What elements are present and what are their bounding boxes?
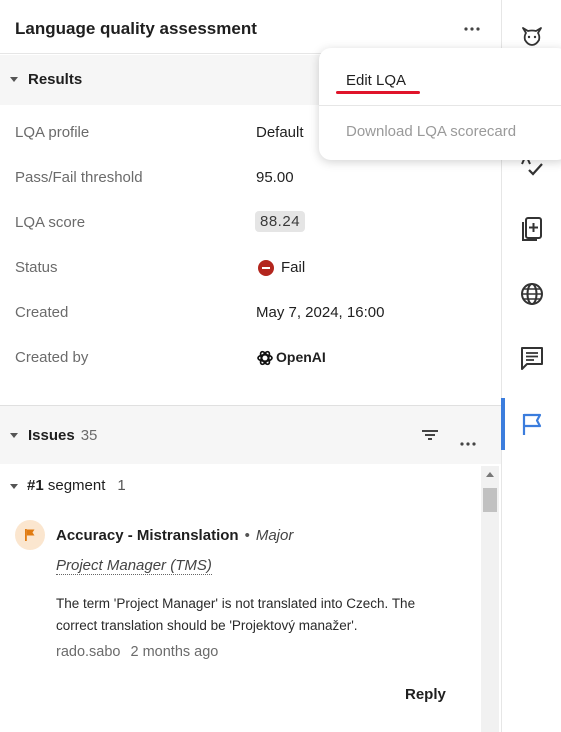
issue-description: The term 'Project Manager' is not transl… bbox=[56, 596, 416, 633]
issues-section-header[interactable]: Issues 35 bbox=[0, 406, 501, 464]
segment-number: #1 bbox=[27, 477, 44, 494]
results-label: Results bbox=[28, 71, 83, 88]
issue-time: 2 months ago bbox=[130, 644, 219, 660]
created-by-label: Created by bbox=[15, 349, 89, 366]
panel-header: Language quality assessment bbox=[0, 4, 501, 54]
threshold-value: 95.00 bbox=[256, 169, 294, 186]
segment-header: #1 segment 1 bbox=[27, 477, 126, 494]
status-value: Fail bbox=[281, 259, 306, 276]
cat-icon-glyph bbox=[522, 27, 542, 46]
issue-avatar bbox=[15, 520, 45, 550]
segment-count: 1 bbox=[117, 477, 126, 494]
caret-down-icon bbox=[10, 433, 18, 438]
created-label: Created bbox=[15, 304, 69, 321]
more-options-menu: Edit LQA Download LQA scorecard bbox=[319, 48, 561, 160]
openai-logo-icon bbox=[257, 350, 273, 366]
menu-divider bbox=[319, 105, 561, 106]
clipboard-add-icon[interactable] bbox=[517, 214, 547, 244]
lqa-score-label: LQA score bbox=[15, 214, 86, 231]
edit-lqa-menu-item[interactable]: Edit LQA bbox=[346, 72, 406, 89]
page-title: Language quality assessment bbox=[15, 19, 257, 38]
lqa-profile-value: Default bbox=[256, 124, 304, 141]
comment-icon-glyph bbox=[521, 347, 543, 370]
fail-status-icon bbox=[258, 260, 274, 276]
reply-button[interactable]: Reply bbox=[405, 686, 446, 703]
flag-icon[interactable] bbox=[517, 409, 547, 439]
created-by-value: OpenAI bbox=[276, 349, 326, 365]
created-value: May 7, 2024, 16:00 bbox=[256, 304, 385, 321]
issue-separator: • bbox=[244, 527, 250, 544]
filter-icon bbox=[422, 430, 438, 440]
globe-icon[interactable] bbox=[517, 279, 547, 309]
ellipsis-icon bbox=[460, 442, 476, 446]
flag-icon bbox=[25, 529, 35, 541]
lqa-score-value: 88.24 bbox=[255, 211, 306, 232]
segment-word: segment bbox=[47, 477, 106, 494]
issue-author: rado.sabo bbox=[56, 644, 121, 660]
issues-title: Issues bbox=[28, 427, 75, 444]
scrollbar-thumb[interactable] bbox=[483, 488, 497, 512]
lqa-profile-label: LQA profile bbox=[15, 124, 90, 141]
clipboard-add-icon-glyph bbox=[522, 217, 542, 241]
caret-down-icon bbox=[10, 77, 18, 82]
issue-term-link[interactable]: Project Manager (TMS) bbox=[56, 557, 212, 575]
caret-down-icon[interactable] bbox=[10, 484, 18, 489]
issue-severity: Major bbox=[255, 527, 294, 544]
issue-category: Accuracy - Mistranslation bbox=[56, 527, 239, 544]
flag-icon-glyph bbox=[522, 413, 542, 435]
ellipsis-icon bbox=[464, 27, 480, 31]
threshold-label: Pass/Fail threshold bbox=[15, 169, 143, 186]
issues-more-button[interactable] bbox=[460, 433, 476, 451]
issue-meta: rado.sabo 2 months ago bbox=[56, 644, 218, 660]
cat-icon[interactable] bbox=[517, 20, 547, 50]
comment-icon[interactable] bbox=[517, 343, 547, 373]
issues-label: Issues 35 bbox=[28, 427, 97, 444]
globe-icon-glyph bbox=[521, 283, 543, 305]
status-label: Status bbox=[15, 259, 58, 276]
issue-title: Accuracy - Mistranslation • Major bbox=[56, 527, 293, 544]
issues-count: 35 bbox=[80, 427, 98, 444]
download-scorecard-menu-item[interactable]: Download LQA scorecard bbox=[346, 123, 516, 140]
highlight-underline bbox=[336, 91, 420, 94]
filter-button[interactable] bbox=[421, 428, 439, 447]
active-tab-indicator bbox=[501, 398, 505, 450]
more-options-button[interactable] bbox=[458, 18, 486, 40]
scroll-up-arrow-icon[interactable] bbox=[486, 472, 494, 477]
